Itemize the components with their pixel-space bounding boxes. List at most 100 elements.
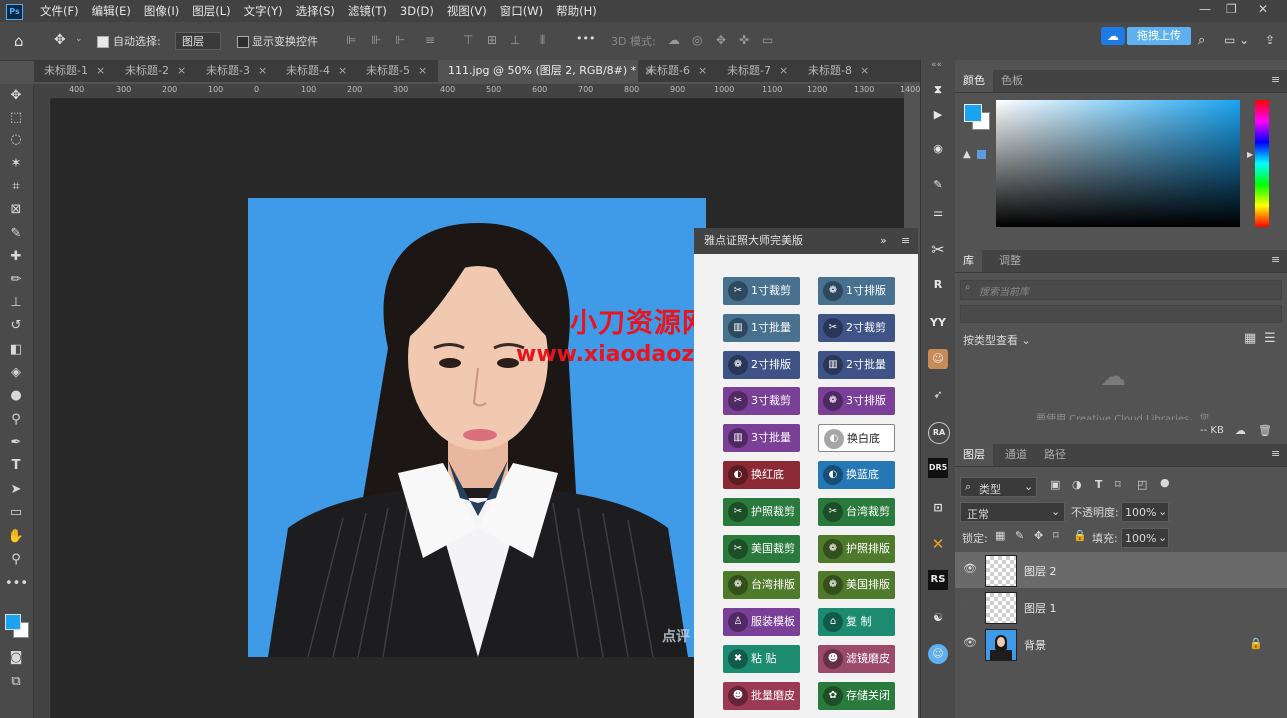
magic-wand-icon[interactable]: ✶ [5,154,27,174]
foreground-color-swatch[interactable] [964,104,982,122]
plugin-rs-icon[interactable]: RS [928,570,948,590]
plugin-button[interactable]: ☻ 批量磨皮 [723,681,800,710]
screen-mode-icon[interactable]: ⧉ [5,672,27,692]
tab-111-jpg[interactable]: 111.jpg @ 50% (图层 2, RGB/8#) * × [438,60,653,82]
lock-artboard-icon[interactable]: ⌑ [1053,529,1059,542]
tab-layers[interactable]: 图层 [955,444,993,466]
plugin-button[interactable]: ♙ 服装模板 [723,608,800,637]
plugin-r-icon[interactable]: R [928,275,948,295]
plugin-button[interactable]: ◐ 换蓝底 [818,461,895,489]
hue-slider[interactable] [1255,100,1269,227]
tab-paths[interactable]: 路径 [1036,444,1074,466]
history-icon[interactable]: ⧗ [928,80,948,100]
restore-button[interactable]: ❐ [1226,2,1237,16]
color-picker-field[interactable] [996,100,1240,227]
plugin-button[interactable]: ❁ 台湾排版 [723,571,800,600]
document-image[interactable]: 点评 [248,198,706,657]
view-by-type-dropdown[interactable]: 按类型查看 ⌄ [963,332,1031,348]
minimize-button[interactable]: — [1199,2,1211,16]
library-select[interactable] [960,305,1282,323]
plugin-button[interactable]: ✖ 粘 贴 [723,645,800,673]
tab-untitled-2[interactable]: 未标题-2 × [115,60,205,82]
3d-orbit-icon[interactable]: ☁ [668,33,680,47]
trash-icon[interactable]: 🗑 [1258,424,1272,437]
plugin-button[interactable]: ❁ 3寸排版 [818,387,895,416]
healing-brush-icon[interactable]: ✚ [5,247,27,267]
plugin-button[interactable]: ☻ 滤镜磨皮 [818,645,895,673]
menu-filter[interactable]: 滤镜(T) [348,3,387,19]
eye-icon[interactable]: 👁 [963,562,977,575]
portrait-plugin-icon[interactable]: ☺ [928,349,948,369]
eyedropper-icon[interactable]: ✎ [5,224,27,244]
pen-tool-icon[interactable]: ✒ [5,433,27,453]
library-search-input[interactable]: ⌕ 搜索当前库 [960,280,1282,300]
filter-pixel-icon[interactable]: ▣ [1050,478,1060,491]
menu-view[interactable]: 视图(V) [447,3,487,19]
tab-close-icon[interactable]: × [338,64,347,77]
filter-smart-icon[interactable]: ◰ [1137,478,1147,491]
plugin-button[interactable]: ▥ 1寸批量 [723,313,800,342]
lock-pixels-icon[interactable]: ✎ [1015,529,1024,542]
zoom-tool-icon[interactable]: ⚲ [5,550,27,570]
face-plugin-icon[interactable]: ☺ [928,644,948,664]
tab-close-icon[interactable]: × [860,64,869,77]
move-tool-icon[interactable]: ✥ [54,32,66,48]
yin-yang-icon[interactable]: ☯ [928,608,948,628]
lock-transparent-icon[interactable]: ▦ [995,529,1005,542]
plugin-button[interactable]: ✂ 1寸裁剪 [723,277,800,305]
type-tool-icon[interactable]: T [5,456,27,476]
grid-view-icon[interactable]: ▦ [1244,331,1256,346]
fill-input[interactable]: 100% ⌄ [1121,528,1169,548]
adjust-icon[interactable]: ⚌ [928,203,948,223]
plugin-button[interactable]: ✂ 台湾裁剪 [818,497,895,526]
foreground-color-swatch[interactable] [5,614,21,630]
tab-swatches[interactable]: 色板 [993,70,1031,92]
bird-icon[interactable]: ➶ [928,385,948,405]
plugin-button[interactable]: ◐ 换白底 [818,424,895,453]
tab-close-icon[interactable]: × [177,64,186,77]
menu-image[interactable]: 图像(I) [144,3,179,19]
move-tool-icon[interactable]: ✥ [5,86,27,106]
align-right-icon[interactable]: ⊩ [395,33,405,47]
plugin-button[interactable]: ⌂ 复 制 [818,608,895,637]
plugin-button[interactable]: ▥ 2寸批量 [818,350,895,379]
properties-icon[interactable]: ◉ [928,139,948,159]
tab-untitled-1[interactable]: 未标题-1 × [34,60,124,82]
lock-all-icon[interactable]: 🔒 [1073,529,1087,542]
tab-untitled-5[interactable]: 未标题-5 × [356,60,446,82]
distribute-icon[interactable]: ≡ [425,33,435,47]
filter-type-icon[interactable]: T [1095,478,1103,491]
opacity-input[interactable]: 100% ⌄ [1121,502,1169,522]
show-transform-checkbox[interactable] [237,36,249,48]
collapse-icon[interactable]: » [880,228,887,254]
align-middle-icon[interactable]: ⊞ [487,33,497,47]
blend-mode-dropdown[interactable]: 正常 ⌄ [960,502,1065,522]
tab-untitled-7[interactable]: 未标题-7 × [717,60,807,82]
menu-layer[interactable]: 图层(L) [192,3,230,19]
tab-library[interactable]: 库 [955,250,982,272]
plugin-button[interactable]: ✂ 2寸裁剪 [818,313,895,342]
plugin-button[interactable]: ❁ 护照排版 [818,534,895,563]
eraser-tool-icon[interactable]: ◧ [5,340,27,360]
workspace-icon[interactable]: ▭ ⌄ [1224,33,1249,47]
layer-row-layer-1[interactable]: 图层 1 [955,589,1287,625]
plugin-button[interactable]: ❁ 1寸排版 [818,277,895,305]
gamut-warning-icon[interactable]: ▲ [963,149,971,160]
distribute-v-icon[interactable]: ⫴ [540,33,545,47]
plugin-yy-icon[interactable]: YY [928,313,948,333]
tab-close-icon[interactable]: × [258,64,267,77]
close-button[interactable]: ✕ [1258,2,1268,16]
auto-select-target-dropdown[interactable]: 图层 ⌄ [175,32,221,66]
cloud-sync-icon[interactable]: ☁ [1235,424,1246,437]
plugin-button[interactable]: ✂ 护照裁剪 [723,497,800,526]
plugin-button[interactable]: ✂ 美国裁剪 [723,534,800,563]
panel-menu-icon[interactable]: ≡ [901,228,910,254]
3d-roll-icon[interactable]: ◎ [692,33,702,47]
plugin-button[interactable]: ◐ 换红底 [723,461,800,489]
auto-select-checkbox[interactable] [97,36,109,48]
hue-slider-marker-icon[interactable]: ▶ [1247,150,1253,159]
plugin-button[interactable]: ✿ 存储关闭 [818,681,895,710]
align-left-icon[interactable]: ⊫ [346,33,356,47]
crop-tool-icon[interactable]: ⌗ [5,177,27,197]
panel-menu-icon[interactable]: ≡ [1271,447,1280,460]
